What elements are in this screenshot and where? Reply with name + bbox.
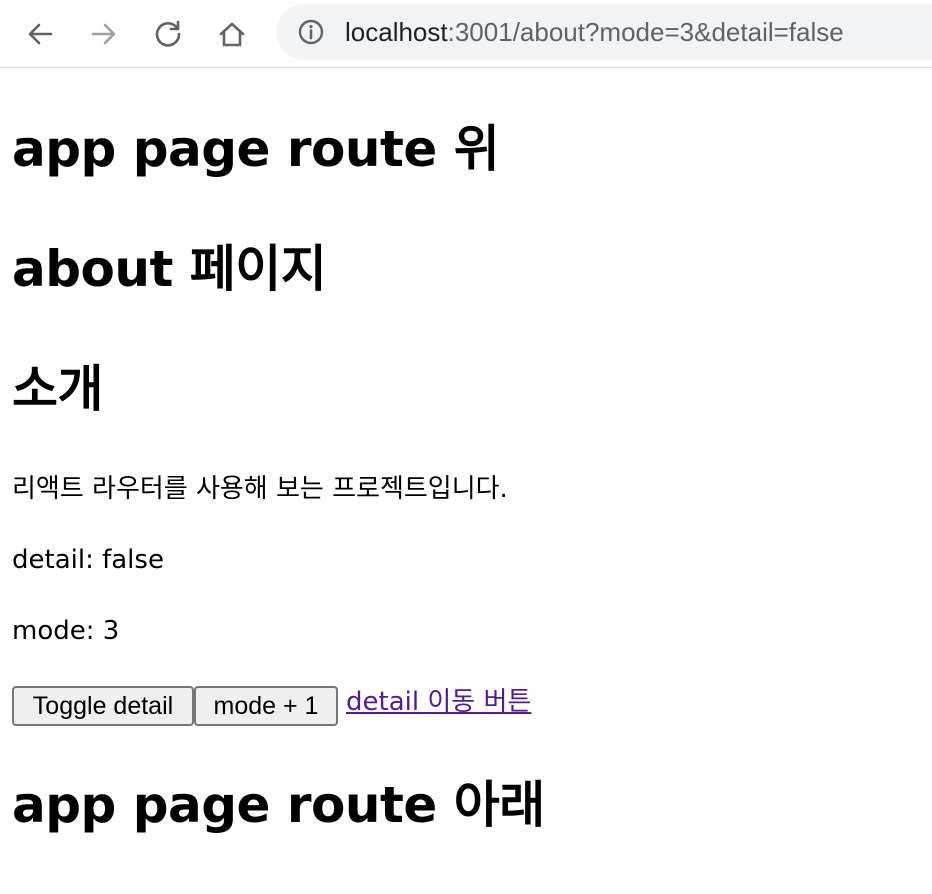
controls-row: Toggle detail mode + 1 detail 이동 버튼 — [12, 686, 531, 726]
intro-heading: 소개 — [12, 360, 104, 418]
url-path: :3001/about?mode=3&detail=false — [447, 17, 844, 47]
url-host: localhost — [345, 17, 448, 47]
route-top-heading: app page route 위 — [12, 120, 500, 178]
info-icon[interactable] — [298, 19, 324, 45]
address-bar[interactable]: localhost:3001/about?mode=3&detail=false — [276, 4, 932, 60]
reload-button[interactable] — [148, 14, 188, 54]
route-bottom-heading: app page route 아래 — [12, 776, 545, 834]
description-text: 리액트 라우터를 사용해 보는 프로젝트입니다. — [12, 474, 508, 504]
back-button[interactable] — [20, 14, 60, 54]
arrow-left-icon — [28, 23, 53, 45]
home-button[interactable] — [212, 14, 252, 54]
browser-toolbar: localhost:3001/about?mode=3&detail=false — [0, 0, 932, 68]
forward-button[interactable] — [84, 14, 124, 54]
mode-increment-button[interactable]: mode + 1 — [194, 686, 338, 726]
home-icon — [219, 22, 245, 47]
about-heading: about 페이지 — [12, 240, 327, 298]
url-text[interactable]: localhost:3001/about?mode=3&detail=false — [345, 17, 844, 47]
detail-status: detail: false — [12, 545, 164, 575]
arrow-right-icon — [91, 23, 116, 45]
mode-status: mode: 3 — [12, 616, 120, 646]
detail-link[interactable]: detail 이동 버튼 — [346, 687, 531, 717]
toggle-detail-button[interactable]: Toggle detail — [12, 686, 194, 726]
reload-icon — [155, 20, 181, 47]
